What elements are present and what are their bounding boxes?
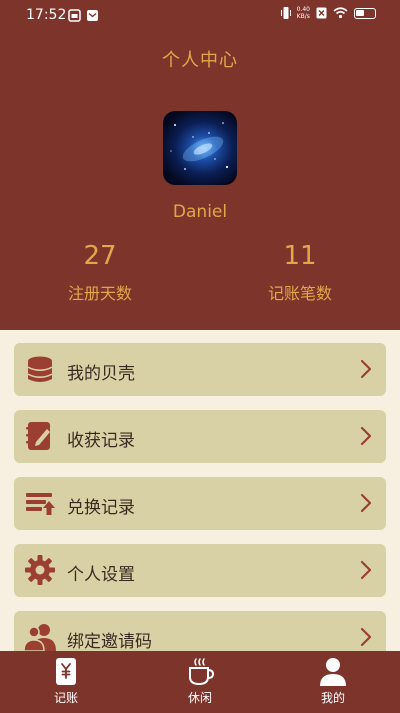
menu-item-my-shells[interactable]: 我的贝壳 <box>14 343 386 396</box>
sim-card-icon <box>68 9 81 22</box>
stat-label: 记账笔数 <box>267 284 332 303</box>
profile-menu: 我的贝壳 收获记录 兑换记录 个人设置 绑定邀请码 <box>14 343 386 678</box>
stat-value: 27 <box>83 241 117 271</box>
menu-item-label: 个人设置 <box>67 565 135 585</box>
net-speed-value: 0.40 <box>296 6 310 13</box>
tab-label: 我的 <box>320 691 345 705</box>
menu-item-label: 兑换记录 <box>67 498 135 518</box>
status-time: 17:52 <box>26 7 67 23</box>
stat-label: 注册天数 <box>67 284 132 303</box>
chevron-right-icon <box>360 560 372 580</box>
tab-mine[interactable]: 我的 <box>293 657 373 706</box>
net-speed-unit: KB/s <box>296 13 310 20</box>
status-bar: 17:52 0.40 KB/s <box>0 0 400 32</box>
mail-notification-icon <box>87 10 98 21</box>
stat-record-count: 11 记账笔数 <box>220 238 380 304</box>
chevron-right-icon <box>360 493 372 513</box>
vibrate-icon <box>280 7 291 19</box>
chevron-right-icon <box>360 359 372 379</box>
user-name: Daniel <box>172 202 228 222</box>
wifi-icon <box>333 7 348 19</box>
menu-item-exchange-records[interactable]: 兑换记录 <box>14 477 386 530</box>
avatar-galaxy-image <box>170 122 229 170</box>
status-right: 0.40 KB/s <box>280 6 376 20</box>
menu-item-label: 收获记录 <box>67 431 135 451</box>
users-icon <box>24 624 56 652</box>
chevron-right-icon <box>360 426 372 446</box>
tab-leisure[interactable]: 休闲 <box>160 657 240 706</box>
profile-header: 17:52 0.40 KB/s 个人中心 Daniel 27 注册天数 11 记… <box>0 0 400 330</box>
person-icon <box>320 658 346 686</box>
coins-icon <box>27 356 53 382</box>
net-speed: 0.40 KB/s <box>297 6 310 20</box>
gear-icon <box>25 555 55 585</box>
notebook-pen-icon <box>26 422 50 450</box>
tab-bookkeeping[interactable]: 记账 <box>26 657 106 706</box>
chevron-right-icon <box>360 627 372 647</box>
stat-value: 11 <box>283 241 317 271</box>
menu-item-harvest-records[interactable]: 收获记录 <box>14 410 386 463</box>
page-title: 个人中心 <box>162 50 238 71</box>
menu-item-label: 我的贝壳 <box>67 364 135 384</box>
no-sim-icon <box>316 7 327 19</box>
tab-label: 休闲 <box>187 691 212 705</box>
menu-item-personal-settings[interactable]: 个人设置 <box>14 544 386 597</box>
avatar[interactable] <box>163 111 237 185</box>
tab-label: 记账 <box>53 691 78 705</box>
battery-icon <box>354 7 376 19</box>
menu-item-label: 绑定邀请码 <box>67 632 152 652</box>
coffee-cup-icon <box>189 658 214 686</box>
stat-register-days: 27 注册天数 <box>20 238 180 304</box>
bottom-tab-bar: 记账 休闲 我的 <box>0 651 400 713</box>
stack-upload-icon <box>26 493 55 515</box>
ledger-yen-icon <box>56 658 76 685</box>
